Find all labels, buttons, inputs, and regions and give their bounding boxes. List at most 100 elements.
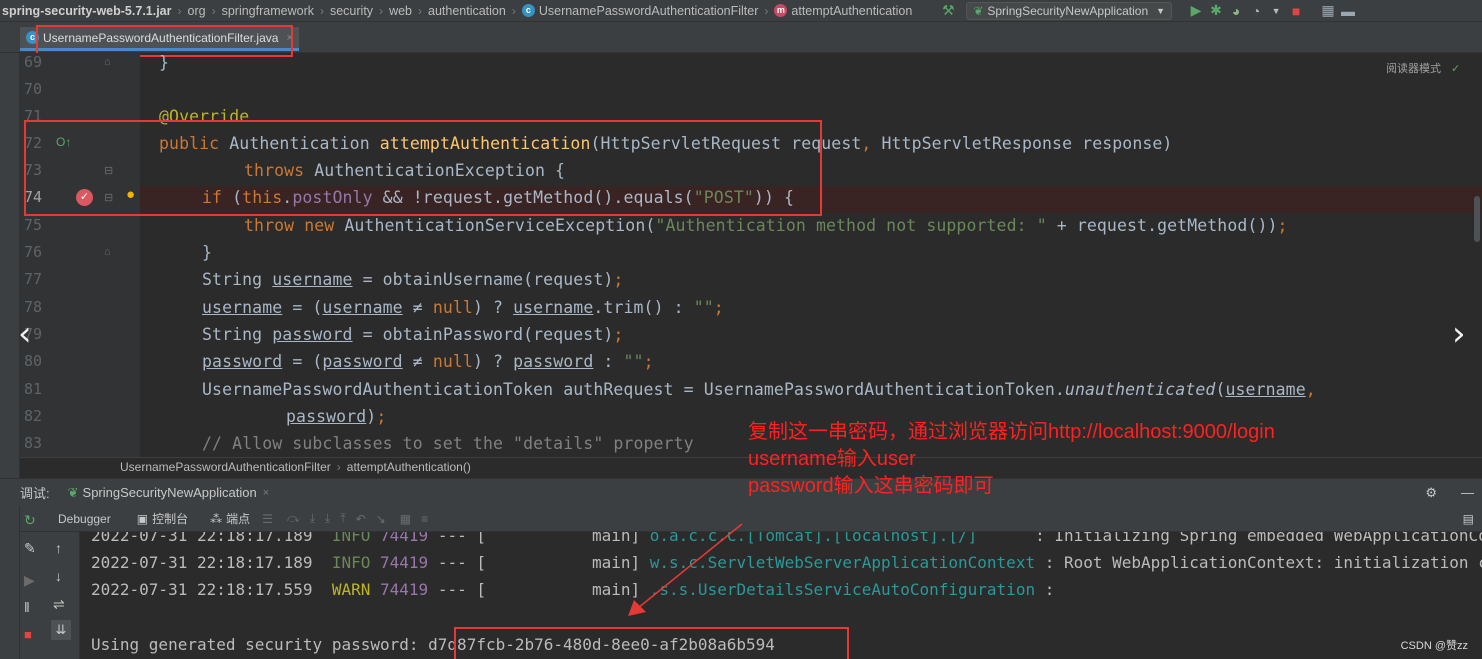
tab-endpoints[interactable]: 端点 xyxy=(226,510,250,527)
reader-mode-toggle[interactable]: 阅读器模式 ✓ xyxy=(1386,60,1460,76)
code-token: ; xyxy=(613,325,624,344)
code-line-74[interactable]: if (this.postOnly && !request.getMethod(… xyxy=(202,188,794,207)
breadcrumb-method-label: attemptAuthentication xyxy=(791,3,913,18)
close-tab-icon[interactable]: × xyxy=(286,32,292,44)
override-method-icon[interactable]: O↑ xyxy=(56,135,71,149)
gear-icon[interactable]: ⚙ xyxy=(1425,485,1437,501)
breakpoint-check-icon[interactable]: ✓ xyxy=(76,189,93,206)
profiler-icon[interactable]: ◔ xyxy=(1246,1,1266,21)
code-token: username xyxy=(202,298,283,317)
close-session-icon[interactable]: × xyxy=(263,487,269,499)
lightbulb-icon[interactable]: ● xyxy=(126,186,135,203)
tab-debugger[interactable]: Debugger xyxy=(58,512,111,526)
breadcrumb-jar[interactable]: spring-security-web-5.7.1.jar xyxy=(2,4,172,18)
code-line-77[interactable]: String username = obtainUsername(request… xyxy=(202,270,623,289)
code-line-81[interactable]: UsernamePasswordAuthenticationToken auth… xyxy=(202,380,1316,399)
coverage-icon[interactable]: ◕ xyxy=(1226,1,1246,21)
code-line-72[interactable]: public Authentication attemptAuthenticat… xyxy=(159,134,1172,153)
console-icon: ▣ xyxy=(136,511,149,526)
code-line-79[interactable]: String password = obtainPassword(request… xyxy=(202,325,623,344)
drop-frame-icon[interactable]: ↶ xyxy=(356,512,366,526)
editor-scrollbar[interactable] xyxy=(1474,196,1480,242)
run-configuration-select[interactable]: ❦ SpringSecurityNewApplication ▼ xyxy=(966,1,1173,20)
wrench-icon[interactable]: ✎ xyxy=(24,540,36,557)
line-number: 70 xyxy=(24,80,43,98)
run-to-cursor-icon[interactable]: ↘ xyxy=(376,512,386,526)
code-line-83[interactable]: // Allow subclasses to set the "details"… xyxy=(202,434,694,453)
breadcrumb-method[interactable]: m attemptAuthentication xyxy=(774,4,912,18)
step-over-icon[interactable]: ⤼ xyxy=(287,511,300,526)
project-structure-icon[interactable]: ▦ xyxy=(1318,1,1338,21)
editor-breadcrumb-class[interactable]: UsernamePasswordAuthenticationFilter xyxy=(120,460,331,474)
line-number: 74 xyxy=(24,188,43,206)
editor-breadcrumb-method[interactable]: attemptAuthentication() xyxy=(347,460,471,474)
line-number: 80 xyxy=(24,352,43,370)
fold-icon[interactable]: ⌂ xyxy=(104,56,111,68)
pause-icon[interactable]: ‖ xyxy=(24,599,30,615)
stop-icon[interactable]: ■ xyxy=(24,627,32,642)
code-token: password xyxy=(322,352,403,371)
minimize-icon[interactable]: — xyxy=(1461,485,1474,500)
code-token: password xyxy=(286,407,367,426)
previous-image-arrow[interactable]: ‹ xyxy=(18,314,32,354)
breadcrumb-web[interactable]: web xyxy=(389,4,412,18)
layout-settings-icon[interactable]: ▤ xyxy=(1463,512,1474,526)
code-line-75[interactable]: throw new AuthenticationServiceException… xyxy=(244,216,1288,235)
code-token: password xyxy=(513,352,594,371)
code-token: throws xyxy=(244,161,315,180)
rerun-icon[interactable]: ↻ xyxy=(24,512,36,529)
debug-session-tab[interactable]: SpringSecurityNewApplication xyxy=(83,485,257,500)
console-line: Using generated security password: d7d87… xyxy=(91,635,775,654)
java-class-icon: c xyxy=(26,31,39,44)
fold-icon[interactable]: ⌂ xyxy=(104,246,111,258)
breadcrumb-class[interactable]: c UsernamePasswordAuthenticationFilter xyxy=(521,4,758,18)
code-line-82[interactable]: password); xyxy=(286,407,386,426)
menu-icon[interactable]: ☰ xyxy=(262,512,273,526)
code-token: username xyxy=(322,298,403,317)
breadcrumb-security[interactable]: security xyxy=(330,4,373,18)
run-icon[interactable]: ▶ xyxy=(1186,1,1206,21)
chevron-right-icon: › xyxy=(379,3,384,18)
console-output[interactable]: 2022-07-31 22:18:17.189 INFO 74419 --- [… xyxy=(80,532,1482,659)
breadcrumb-authentication[interactable]: authentication xyxy=(428,4,506,18)
more-dropdown-icon[interactable]: ▼ xyxy=(1266,1,1286,21)
debug-bug-icon[interactable]: ✱ xyxy=(1206,1,1226,21)
annotation-text-line: username输入user xyxy=(748,448,916,470)
resume-icon[interactable]: ▶ xyxy=(24,572,35,589)
soft-wrap-icon[interactable]: ⇌ xyxy=(53,596,65,613)
code-token: username xyxy=(1225,380,1306,399)
fold-icon[interactable]: ⊟ xyxy=(104,191,113,204)
scroll-up-icon[interactable]: ↑ xyxy=(55,540,62,556)
file-tab[interactable]: c UsernamePasswordAuthenticationFilter.j… xyxy=(20,27,299,51)
breadcrumb-org[interactable]: org xyxy=(188,4,206,18)
code-token: username xyxy=(513,298,594,317)
code-line-80[interactable]: password = (password ≠ null) ? password … xyxy=(202,352,654,371)
scroll-down-icon[interactable]: ↓ xyxy=(55,568,62,584)
code-token: UsernamePasswordAuthenticationToken auth… xyxy=(202,380,1065,399)
code-line-71[interactable]: @Override xyxy=(159,107,249,126)
force-step-into-icon[interactable]: ⤓ xyxy=(325,511,330,526)
code-token: AuthenticationException { xyxy=(314,161,566,180)
code-line-73[interactable]: throws AuthenticationException { xyxy=(244,161,565,180)
code-line-76[interactable]: } xyxy=(202,243,212,262)
fold-icon[interactable]: ⊟ xyxy=(104,164,113,177)
layout-icon[interactable]: ▬ xyxy=(1338,1,1358,21)
next-image-arrow[interactable]: › xyxy=(1452,314,1466,354)
stop-icon[interactable]: ■ xyxy=(1286,1,1306,21)
breadcrumb-springframework[interactable]: springframework xyxy=(222,4,314,18)
chevron-right-icon: › xyxy=(211,3,216,18)
generated-password[interactable]: d7d87fcb-2b76-480d-8ee0-af2b08a6b594 xyxy=(428,635,775,654)
evaluate-icon[interactable]: ▦ xyxy=(400,512,411,526)
step-out-icon[interactable]: ⤒ xyxy=(340,511,345,526)
step-into-icon[interactable]: ⤓ xyxy=(310,511,315,526)
code-line-78[interactable]: username = (username ≠ null) ? username.… xyxy=(202,298,724,317)
code-token: : xyxy=(593,352,624,371)
line-number: 76 xyxy=(24,243,43,261)
scroll-to-end-icon[interactable]: ⇊ xyxy=(51,620,71,640)
tab-console[interactable]: 控制台 xyxy=(152,510,188,527)
trace-icon[interactable]: ≡ xyxy=(421,512,428,526)
code-line-69[interactable]: } xyxy=(159,53,169,72)
code-token: ; xyxy=(713,298,724,317)
log-separator: --- [ xyxy=(437,580,486,599)
hammer-build-icon[interactable]: ⚒ xyxy=(938,1,958,21)
